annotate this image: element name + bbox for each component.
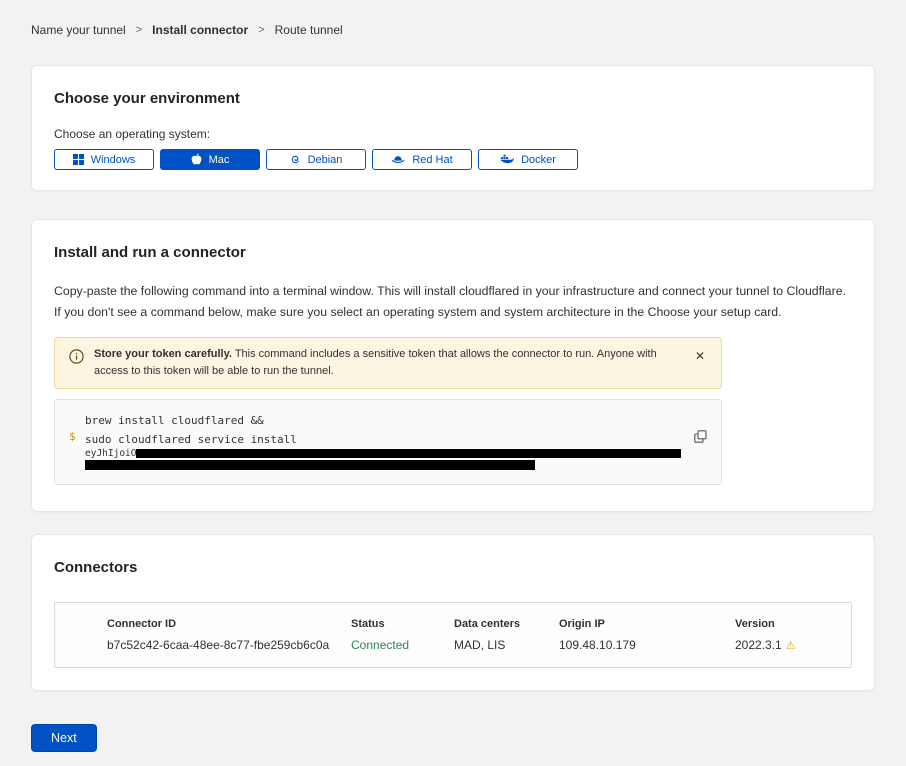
redhat-icon: [391, 155, 405, 165]
token-prefix: eyJhIjoiO: [85, 449, 136, 459]
breadcrumb-install-connector[interactable]: Install connector: [152, 23, 248, 37]
breadcrumb-separator: >: [258, 24, 264, 36]
breadcrumb-name-your-tunnel[interactable]: Name your tunnel: [31, 23, 126, 37]
header-status: Status: [351, 618, 454, 630]
os-button-label: Windows: [91, 154, 136, 166]
os-button-docker[interactable]: Docker: [478, 149, 578, 170]
token-warning-text: Store your token carefully. This command…: [94, 346, 681, 380]
header-connector-id: Connector ID: [107, 618, 351, 630]
redacted-token-bar-1: [136, 449, 681, 458]
breadcrumb-route-tunnel[interactable]: Route tunnel: [275, 23, 343, 37]
redacted-token-bar-2: [85, 460, 535, 470]
shell-prompt: $: [69, 430, 76, 443]
header-origin-ip: Origin IP: [559, 618, 735, 630]
debian-icon: [290, 154, 301, 165]
install-connector-description: Copy-paste the following command into a …: [54, 281, 852, 323]
docker-icon: [500, 154, 514, 165]
os-button-label: Mac: [209, 154, 230, 166]
close-icon[interactable]: ✕: [691, 348, 709, 364]
install-connector-title: Install and run a connector: [54, 244, 852, 261]
table-header-row: Connector ID Status Data centers Origin …: [107, 618, 841, 630]
header-version: Version: [735, 618, 841, 630]
connectors-card: Connectors Connector ID Status Data cent…: [31, 534, 875, 691]
cell-data-centers: MAD, LIS: [454, 638, 559, 652]
breadcrumb: Name your tunnel > Install connector > R…: [31, 23, 875, 37]
cell-origin-ip: 109.48.10.179: [559, 638, 735, 652]
os-select-label: Choose an operating system:: [54, 127, 852, 141]
environment-card-title: Choose your environment: [54, 90, 852, 107]
os-button-label: Debian: [308, 154, 343, 166]
version-value: 2022.3.1: [735, 638, 782, 652]
os-button-redhat[interactable]: Red Hat: [372, 149, 472, 170]
environment-card: Choose your environment Choose an operat…: [31, 65, 875, 191]
status-badge: Connected: [351, 638, 454, 652]
breadcrumb-separator: >: [136, 24, 142, 36]
info-icon: [69, 349, 84, 369]
version-warning-icon: ⚠: [786, 640, 796, 652]
windows-icon: [73, 154, 84, 165]
copy-icon[interactable]: [692, 428, 709, 448]
os-button-label: Red Hat: [412, 154, 452, 166]
command-line-2: sudo cloudflared service install: [85, 430, 681, 449]
install-command-block: $ brew install cloudflared && sudo cloud…: [54, 399, 722, 485]
command-line-1: brew install cloudflared &&: [85, 411, 681, 430]
command-lines: brew install cloudflared && sudo cloudfl…: [85, 411, 681, 473]
os-button-row: Windows Mac Debian Red Hat: [54, 149, 852, 170]
apple-icon: [191, 153, 202, 166]
table-row: b7c52c42-6caa-48ee-8c77-fbe259cb6c0a Con…: [107, 638, 841, 652]
os-button-label: Docker: [521, 154, 556, 166]
os-button-mac[interactable]: Mac: [160, 149, 260, 170]
connectors-title: Connectors: [54, 559, 852, 576]
connectors-table: Connector ID Status Data centers Origin …: [54, 602, 852, 668]
header-data-centers: Data centers: [454, 618, 559, 630]
token-warning-bold: Store your token carefully.: [94, 348, 232, 360]
page: Name your tunnel > Install connector > R…: [0, 0, 906, 766]
cell-version: 2022.3.1 ⚠: [735, 638, 841, 652]
token-warning-banner: Store your token carefully. This command…: [54, 337, 722, 389]
next-button[interactable]: Next: [31, 724, 97, 752]
os-button-debian[interactable]: Debian: [266, 149, 366, 170]
install-connector-card: Install and run a connector Copy-paste t…: [31, 219, 875, 512]
os-button-windows[interactable]: Windows: [54, 149, 154, 170]
token-line: eyJhIjoiO: [85, 449, 681, 459]
cell-connector-id: b7c52c42-6caa-48ee-8c77-fbe259cb6c0a: [107, 638, 351, 652]
